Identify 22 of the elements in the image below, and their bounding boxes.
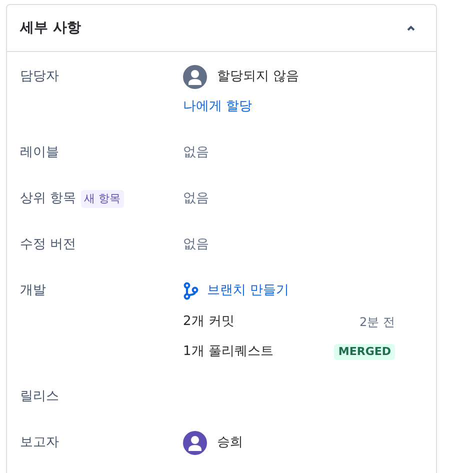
assign-link[interactable]: 나에게 할당 — [183, 95, 252, 119]
panel-title: 세부 사항 — [20, 19, 81, 37]
create-branch-link[interactable]: 브랜치 만들기 — [207, 279, 290, 303]
person-name: 승희 — [217, 434, 243, 452]
field-label: 개발 — [20, 282, 46, 300]
field-value: 없음 — [183, 236, 209, 254]
field-label: 릴리스 — [20, 388, 59, 406]
dev-item[interactable]: 2개 커밋 — [183, 311, 234, 333]
field-label: 수정 버전 — [20, 236, 76, 254]
branch-icon — [183, 282, 199, 300]
new-badge: 새 항목 — [81, 190, 124, 208]
timestamp: 2분 전 — [360, 314, 395, 331]
field-value: 없음 — [183, 144, 209, 162]
status-badge: MERGED — [334, 344, 395, 360]
field-label: 레이블 — [20, 144, 59, 162]
field-label: 보고자 — [20, 434, 59, 452]
person-name: 할당되지 않음 — [217, 68, 300, 86]
field-label: 상위 항목 — [20, 190, 76, 208]
chevron-up-icon[interactable] — [406, 24, 416, 32]
dev-item[interactable]: 1개 풀리퀘스트 — [183, 341, 274, 363]
field-value: 없음 — [183, 190, 209, 208]
field-label: 담당자 — [20, 68, 59, 86]
